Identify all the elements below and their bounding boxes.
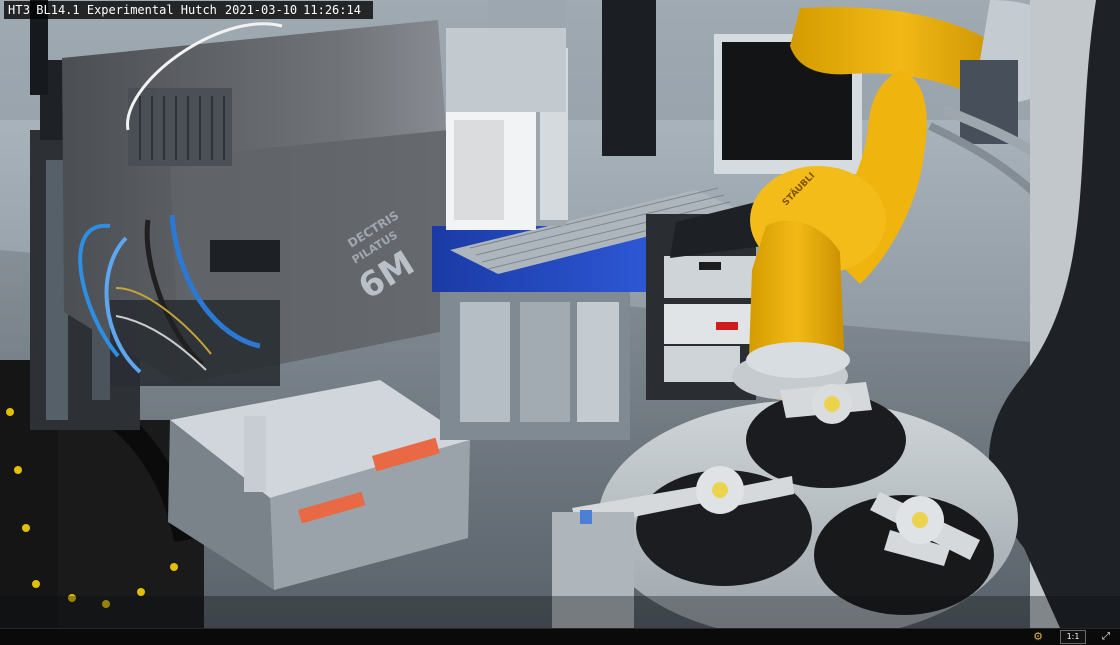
timestamp-time: 11:26:14 (303, 3, 361, 17)
aspect-ratio-button[interactable]: 1:1 (1060, 630, 1086, 644)
camera-id: HT3 (8, 3, 31, 17)
timestamp-date: 2021-03-10 (224, 3, 298, 17)
player-controls: ⚙ 1:1 ⤢ (1028, 630, 1114, 644)
settings-button[interactable]: ⚙ (1028, 630, 1048, 644)
gear-icon: ⚙ (1033, 630, 1043, 643)
hutch-scene: 6M DECTRIS PILATUS STÄUBLI (0, 0, 1120, 628)
camera-feed: 6M DECTRIS PILATUS STÄUBLI (0, 0, 1120, 628)
location-label: BL14.1 Experimental Hutch (36, 3, 217, 17)
foreground-shadow (0, 596, 1120, 628)
fullscreen-icon: ⤢ (1102, 631, 1110, 642)
fullscreen-button[interactable]: ⤢ (1098, 630, 1114, 644)
video-player: 6M DECTRIS PILATUS STÄUBLI HT3 BL14.1 Ex… (0, 0, 1120, 645)
player-control-bar: ⚙ 1:1 ⤢ (0, 628, 1120, 645)
pilatus-detector: 6M DECTRIS PILATUS (62, 20, 460, 386)
aspect-ratio-label: 1:1 (1066, 632, 1080, 641)
camera-overlay: HT3 BL14.1 Experimental Hutch 2021-03-10… (4, 1, 373, 19)
